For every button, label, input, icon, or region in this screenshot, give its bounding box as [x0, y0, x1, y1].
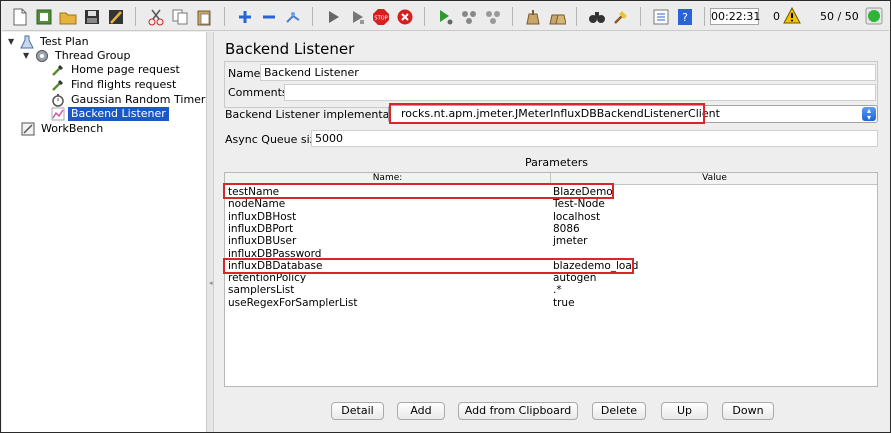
new-icon[interactable]: [9, 6, 30, 27]
search-icon[interactable]: [586, 6, 607, 27]
tree-node-find-flights-request[interactable]: Find flights request: [51, 77, 179, 92]
table-row[interactable]: influxDBUser jmeter: [225, 235, 877, 247]
parameters-table[interactable]: Name: Value testName BlazeDemo nodeName Te…: [224, 172, 878, 387]
copy-icon[interactable]: [169, 6, 190, 27]
collapse-arrow-icon[interactable]: ▼: [23, 51, 32, 60]
add-button[interactable]: Add: [397, 402, 445, 420]
name-label: Name:: [228, 67, 265, 80]
templates-icon[interactable]: [33, 6, 54, 27]
table-row[interactable]: useRegexForSamplerList true: [225, 297, 877, 309]
up-button[interactable]: Up: [661, 402, 708, 420]
table-row[interactable]: influxDBHost localhost: [225, 211, 877, 223]
chevron-down-icon[interactable]: ▴ ▾: [862, 107, 876, 122]
toolbar: STOP ? 00:22:31 0 50 / 50: [2, 2, 889, 31]
stop-icon[interactable]: STOP: [370, 6, 391, 27]
reset-search-icon[interactable]: [610, 6, 631, 27]
running-indicator-icon: [865, 7, 883, 25]
tree-node-workbench[interactable]: WorkBench: [21, 121, 106, 136]
tree-node-home-page-request[interactable]: Home page request: [51, 62, 183, 77]
collapse-icon[interactable]: [258, 6, 279, 27]
pipette-icon: [52, 79, 63, 91]
pipette-icon: [52, 64, 63, 76]
clear-icon[interactable]: [522, 6, 543, 27]
tree-node-thread-group[interactable]: ▼ Thread Group: [23, 48, 133, 63]
cut-icon[interactable]: [145, 6, 166, 27]
table-row[interactable]: samplersList .*: [225, 284, 877, 296]
warning-icon[interactable]: [783, 7, 801, 25]
table-row[interactable]: nodeName Test-Node: [225, 198, 877, 210]
remote-exit-icon[interactable]: [482, 6, 503, 27]
tree-node-backend-listener[interactable]: Backend Listener: [51, 106, 169, 121]
stopwatch-icon: [52, 93, 64, 107]
app-window: STOP ? 00:22:31 0 50 / 50 ▼ Test Plan ▼ …: [0, 0, 891, 433]
svg-text:?: ?: [682, 11, 688, 24]
down-button[interactable]: Down: [722, 402, 774, 420]
elapsed-timer: 00:22:31: [710, 8, 761, 25]
tree-node-gaussian-random-timer[interactable]: Gaussian Random Timer: [51, 92, 208, 107]
function-helper-icon[interactable]: [650, 6, 671, 27]
impl-label: Backend Listener implementation: [225, 108, 411, 121]
start-no-pauses-icon[interactable]: [346, 6, 367, 27]
highlight-database-row: [223, 258, 634, 274]
chart-icon: [51, 107, 65, 120]
svg-text:STOP: STOP: [374, 15, 387, 21]
save-icon[interactable]: [81, 6, 102, 27]
name-field[interactable]: Backend Listener: [260, 64, 876, 81]
collapse-arrow-icon[interactable]: ▼: [8, 37, 17, 46]
comments-label: Comments:: [228, 86, 292, 99]
shutdown-icon[interactable]: [394, 6, 415, 27]
backend-listener-panel: Backend Listener Name: Backend Listener …: [215, 32, 890, 432]
delete-button[interactable]: Delete: [592, 402, 646, 420]
tree-node-test-plan[interactable]: ▼ Test Plan: [8, 34, 92, 49]
queue-label: Async Queue size: [225, 133, 323, 146]
remote-start-icon[interactable]: [434, 6, 455, 27]
comments-field[interactable]: [284, 84, 876, 101]
queue-size-field[interactable]: 5000: [311, 130, 878, 147]
toggle-icon[interactable]: [282, 6, 303, 27]
add-from-clipboard-button[interactable]: Add from Clipboard: [458, 402, 578, 420]
parameters-title: Parameters: [525, 156, 588, 169]
open-folder-icon[interactable]: [57, 6, 78, 27]
highlight-implementation: [389, 103, 705, 124]
flask-icon: [20, 35, 34, 48]
highlight-testname-row: [223, 183, 614, 199]
workbench-icon: [21, 122, 35, 135]
split-pane-divider[interactable]: ◂: [207, 32, 214, 432]
warning-count: 0: [773, 10, 780, 23]
remote-stop-icon[interactable]: [458, 6, 479, 27]
save-as-icon[interactable]: [105, 6, 126, 27]
panel-title: Backend Listener: [225, 40, 355, 58]
active-threads-count: 50 / 50: [820, 10, 859, 23]
help-icon[interactable]: ?: [674, 6, 695, 27]
test-plan-tree: ▼ Test Plan ▼ Thread Group Home page req…: [2, 32, 207, 432]
table-row[interactable]: influxDBPort 8086: [225, 223, 877, 235]
detail-button[interactable]: Detail: [331, 402, 384, 420]
clear-all-icon[interactable]: [546, 6, 567, 27]
paste-icon[interactable]: [193, 6, 214, 27]
expand-icon[interactable]: [234, 6, 255, 27]
start-icon[interactable]: [322, 6, 343, 27]
gear-icon: [36, 49, 48, 62]
